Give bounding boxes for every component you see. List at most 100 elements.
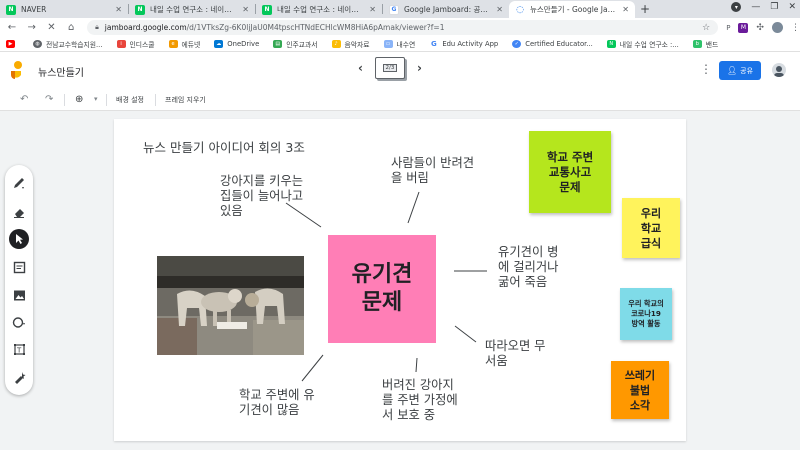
previous-frame-chevron-icon[interactable]: ‹ [358, 61, 363, 75]
globe-icon: ◍ [33, 40, 42, 48]
next-frame-chevron-icon[interactable]: › [417, 61, 422, 75]
tab-title: NAVER [21, 5, 47, 14]
tab-close-icon[interactable]: ✕ [115, 5, 122, 14]
frame-bar-toggle[interactable]: 2/3 [374, 57, 405, 79]
window-controls: ▾ — ❐ ✕ [731, 2, 796, 12]
browser-tab-jamboard-info[interactable]: G Google Jamboard: 공동작업 디지털 ✕ [383, 1, 509, 18]
share-button[interactable]: 👤︎ 공유 [719, 61, 761, 80]
more-options-icon[interactable]: ⋮ [700, 62, 712, 76]
browser-tab-blog-2[interactable]: N 내일 수업 연구소 : 네이버 블로그 ✕ [256, 1, 382, 18]
profile-avatar-icon[interactable] [771, 22, 783, 33]
chrome-menu-icon[interactable]: ⋮ [791, 23, 800, 33]
bookmark-star-icon[interactable]: ☆ [702, 23, 710, 33]
bookmark-item[interactable]: i 인디스쿨 [116, 39, 155, 49]
tab-close-icon[interactable]: ✕ [496, 5, 503, 14]
clear-frame-button[interactable]: 프레임 지우기 [165, 95, 206, 105]
tab-close-icon[interactable]: ✕ [242, 5, 249, 14]
sticky-note-icon [13, 261, 25, 273]
reload-icon[interactable]: ✕ [44, 22, 60, 33]
pen-tool[interactable]: ▾ [9, 173, 29, 193]
edunet-icon: e [168, 40, 178, 48]
idea-text-sick-starving[interactable]: 유기견이 병 에 걸리거나 굶어 죽음 [498, 245, 558, 290]
connector-line [407, 191, 420, 224]
bookmark-item[interactable]: G Edu Activity App [429, 40, 498, 48]
tab-close-icon[interactable]: ✕ [622, 5, 629, 14]
connector-line [454, 325, 477, 343]
indischool-icon: i [116, 40, 126, 48]
central-sticky-note[interactable]: 유기견 문제 [328, 235, 436, 343]
browser-tab-naver[interactable]: N NAVER ✕ [0, 1, 128, 18]
account-avatar[interactable] [772, 63, 786, 77]
new-tab-button[interactable]: + [635, 1, 655, 18]
stray-dogs-photo[interactable] [157, 256, 304, 355]
extensions-puzzle-icon[interactable]: ✣ [756, 23, 764, 33]
bookmark-item[interactable]: ♪ 음악자료 [331, 39, 370, 49]
bookmark-item[interactable]: ◍ 전남교수학습지원... [33, 39, 103, 49]
extension-purple-icon[interactable]: M [738, 22, 749, 33]
bookmark-label: 내수연 [396, 41, 416, 49]
bookmark-label: 에듀넷 [181, 41, 201, 49]
sticky-note-covid-prevention[interactable]: 우리 학교의 코로나19 방역 활동 [620, 288, 672, 340]
url-host: jamboard.google.com [104, 23, 187, 32]
zoom-icon[interactable]: ⊕ [75, 94, 83, 105]
bookmark-label: 인디스쿨 [129, 41, 155, 49]
idea-text-more-households[interactable]: 강아지를 키우는 집들이 늘어나고 있음 [220, 174, 303, 219]
set-background-button[interactable]: 배경 설정 [116, 95, 144, 105]
textbook-icon: ▤ [273, 40, 283, 48]
idea-text-abandoned-pets[interactable]: 사람들이 반려견 을 버림 [391, 156, 474, 186]
text-box-tool[interactable]: T [9, 339, 29, 359]
toolbar-divider [106, 94, 107, 106]
bookmark-item[interactable]: ▭ 내수연 [383, 39, 416, 49]
connector-line [415, 357, 418, 373]
image-icon [13, 290, 25, 300]
home-icon[interactable]: ⌂ [63, 22, 79, 33]
music-icon: ♪ [331, 40, 341, 48]
redo-icon[interactable]: ↷ [45, 94, 53, 105]
bookmark-item[interactable]: b 밴드 [692, 39, 718, 49]
sticky-note-illegal-burning[interactable]: 쓰레기 불법 소각 [611, 361, 669, 419]
person-add-icon: 👤︎ [726, 66, 738, 75]
sticky-note-traffic-accidents[interactable]: 학교 주변 교통사고 문제 [529, 131, 611, 213]
jamboard-logo-icon[interactable] [11, 61, 25, 81]
bookmark-label: Edu Activity App [442, 40, 499, 48]
tab-title: Google Jamboard: 공동작업 디지털 [404, 5, 492, 14]
idea-text-scary-following[interactable]: 따라오면 무 서움 [485, 339, 545, 369]
bookmark-label: OneDrive [227, 40, 260, 48]
sticky-note-tool[interactable] [9, 257, 29, 277]
eraser-tool[interactable] [9, 202, 29, 222]
url-field[interactable]: 🔒︎ jamboard.google.com /d/1VTksZg-6K0ljJ… [87, 20, 719, 35]
folder-icon: ▭ [383, 40, 393, 48]
bookmark-label: 전남교수학습지원... [46, 41, 103, 49]
forward-arrow-icon[interactable]: → [24, 22, 40, 33]
zoom-dropdown-chevron-icon[interactable]: ▾ [94, 95, 98, 103]
profile-menu-icon[interactable]: ▾ [731, 2, 742, 12]
sticky-note-school-meals[interactable]: 우리 학교 급식 [622, 198, 680, 258]
extension-p-icon[interactable]: P [726, 24, 730, 32]
maximize-icon[interactable]: ❐ [770, 2, 778, 12]
idea-text-sheltered[interactable]: 버려진 강아지 를 주변 가정에 서 보호 중 [382, 378, 458, 423]
board-heading[interactable]: 뉴스 만들기 아이디어 회의 3조 [143, 140, 305, 155]
browser-tab-jamboard-active[interactable]: ◌ 뉴스만들기 - Google Jamboard ✕ [509, 1, 635, 18]
bookmark-label: 내일 수업 연구소 :... [619, 41, 679, 49]
bookmark-item[interactable]: e 에듀넷 [168, 39, 201, 49]
tab-close-icon[interactable]: ✕ [369, 5, 376, 14]
bookmark-item[interactable]: ✓ Certified Educator... [512, 40, 593, 48]
add-image-tool[interactable] [9, 285, 29, 305]
eraser-icon [14, 209, 24, 218]
shape-tool[interactable]: ▾ [9, 312, 29, 332]
laser-tool[interactable] [9, 367, 29, 387]
select-tool[interactable] [9, 229, 29, 249]
bookmark-item[interactable]: ▤ 인주교과서 [273, 39, 318, 49]
minimize-icon[interactable]: — [751, 2, 760, 12]
document-title[interactable]: 뉴스만들기 [38, 64, 84, 79]
url-path: /d/1VTksZg-6K0ljJaU0M4tpscHTNdECHlcWM8Hi… [186, 23, 445, 32]
close-window-icon[interactable]: ✕ [788, 2, 796, 12]
idea-text-many-strays[interactable]: 학교 주변에 유 기견이 많음 [239, 388, 315, 418]
browser-tab-blog-1[interactable]: N 내일 수업 연구소 : 네이버 블로그 ✕ [129, 1, 255, 18]
bookmark-youtube[interactable]: ▶ [6, 40, 19, 48]
bookmark-item[interactable]: N 내일 수업 연구소 :... [606, 39, 679, 49]
bookmark-item[interactable]: ☁ OneDrive [214, 40, 259, 48]
share-label: 공유 [740, 66, 754, 75]
back-arrow-icon[interactable]: ← [4, 22, 20, 33]
undo-icon[interactable]: ↶ [20, 94, 28, 105]
